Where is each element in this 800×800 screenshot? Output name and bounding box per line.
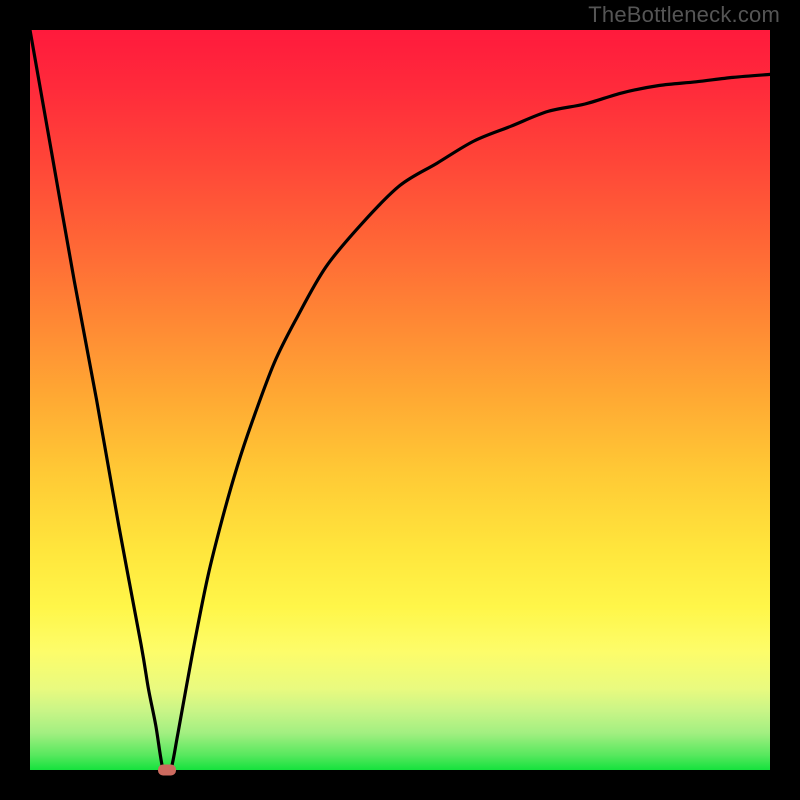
chart-frame: TheBottleneck.com — [0, 0, 800, 800]
watermark-text: TheBottleneck.com — [588, 2, 780, 28]
bottleneck-curve — [30, 30, 770, 770]
optimum-marker — [158, 765, 176, 776]
